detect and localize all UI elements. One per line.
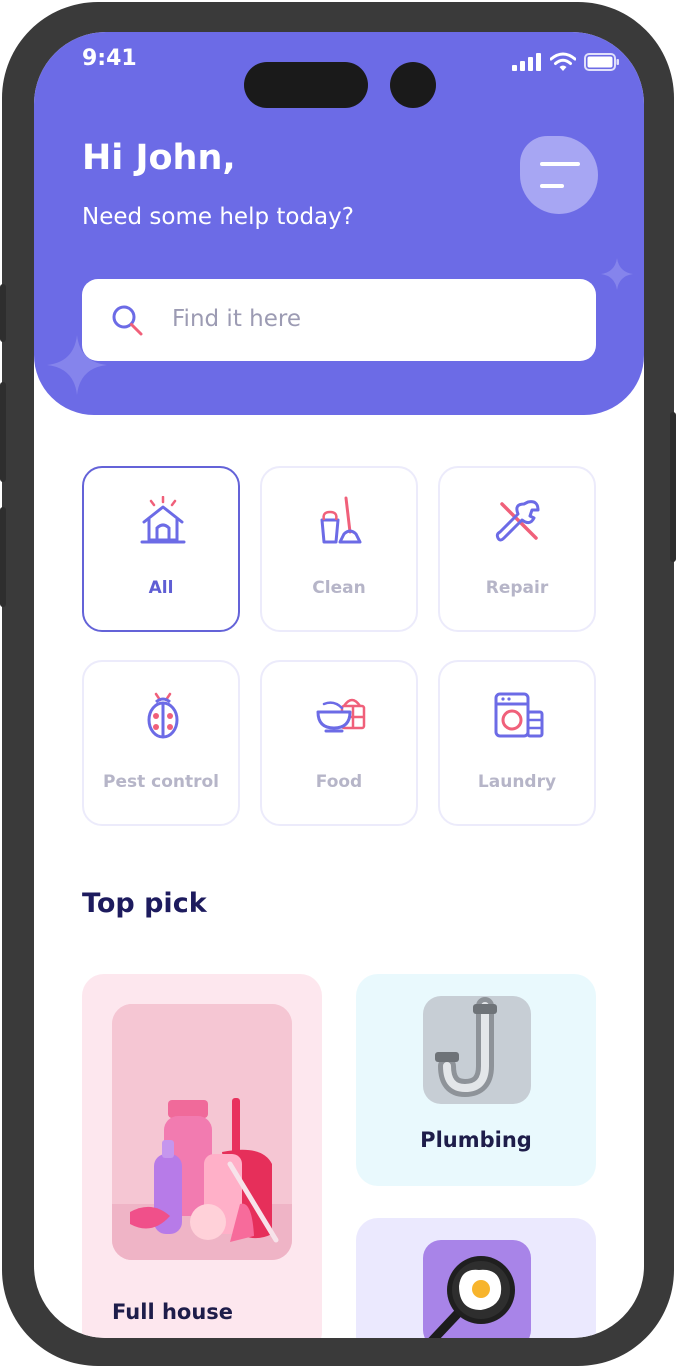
card-label: Full house: [112, 1300, 234, 1324]
category-label: Food: [315, 772, 363, 792]
food-basket-icon: [316, 698, 366, 733]
header: 9:41 Hi John, Need some help today? Find…: [34, 32, 644, 415]
wrench-screwdriver-icon: [495, 500, 540, 542]
frying-pan-illustration: [428, 1256, 515, 1338]
pipe-illustration: [435, 997, 497, 1098]
wifi-icon: [550, 52, 576, 71]
greeting-title: Hi John,: [82, 138, 236, 178]
category-label: Repair: [485, 578, 549, 598]
menu-button[interactable]: [520, 136, 598, 214]
washing-machine-icon: [494, 692, 544, 738]
card-label: Plumbing: [420, 1128, 532, 1152]
cleaning-products-image: [112, 1004, 292, 1260]
volume-down-button: [0, 507, 6, 607]
mop-bucket-icon: [320, 496, 362, 544]
card-full-house[interactable]: Full house: [82, 974, 322, 1338]
phone-frame: 9:41 Hi John, Need some help today? Find…: [0, 2, 676, 1366]
house-icon: [140, 496, 186, 544]
search-input[interactable]: Find it here: [172, 306, 301, 332]
sparkle-icon: [601, 258, 633, 290]
camera-cutout: [390, 62, 436, 108]
greeting-subtitle: Need some help today?: [82, 204, 354, 230]
frying-pan-egg-image: [423, 1240, 531, 1338]
side-button: [0, 284, 6, 342]
category-clean[interactable]: Clean: [260, 466, 418, 632]
cellular-signal-icon: [512, 53, 541, 71]
ladybug-icon: [147, 692, 179, 739]
category-label: Pest control: [102, 772, 220, 792]
app-screen: 9:41 Hi John, Need some help today? Find…: [34, 32, 644, 1338]
category-food[interactable]: Food: [260, 660, 418, 826]
card-cooking[interactable]: [356, 1218, 596, 1338]
status-time: 9:41: [82, 46, 137, 71]
status-icons: [512, 52, 620, 72]
category-label: All: [148, 578, 174, 598]
pipe-image: [423, 996, 531, 1104]
volume-up-button: [0, 382, 6, 482]
menu-icon: [540, 162, 580, 166]
power-button: [670, 412, 676, 562]
search-bar[interactable]: Find it here: [82, 279, 596, 361]
section-title-top-pick: Top pick: [82, 888, 207, 919]
category-label: Clean: [312, 578, 366, 598]
category-all[interactable]: All: [82, 466, 240, 632]
card-plumbing[interactable]: Plumbing: [356, 974, 596, 1186]
cleaning-products-illustration: [112, 1004, 292, 1260]
category-pest-control[interactable]: Pest control: [82, 660, 240, 826]
search-icon: [112, 305, 143, 336]
category-repair[interactable]: Repair: [438, 466, 596, 632]
dynamic-island: [244, 62, 368, 108]
category-laundry[interactable]: Laundry: [438, 660, 596, 826]
battery-icon: [584, 53, 619, 71]
category-label: Laundry: [477, 772, 557, 792]
